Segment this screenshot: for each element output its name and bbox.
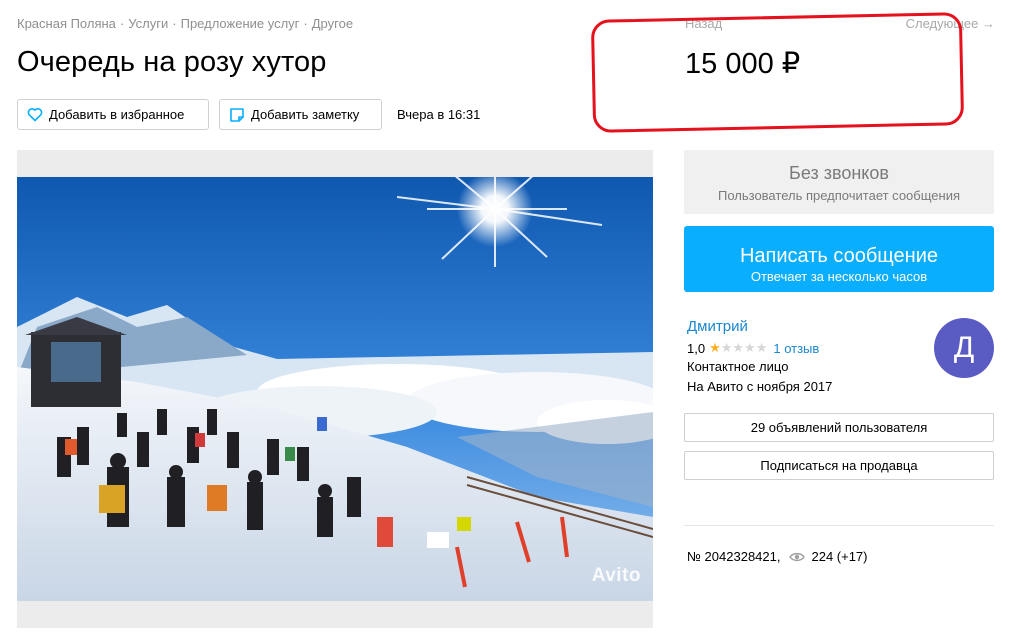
star-icon: ★ xyxy=(720,340,733,355)
heart-icon xyxy=(27,107,43,123)
back-link[interactable]: Назад xyxy=(685,16,722,31)
note-icon xyxy=(229,107,245,123)
page-title: Очередь на розу хутор xyxy=(17,46,327,78)
star-icon: ★ xyxy=(744,340,756,355)
star-icon: ★ xyxy=(732,340,745,355)
seller-name-link[interactable]: Дмитрий xyxy=(687,318,748,335)
views-count: 224 (+17) xyxy=(811,549,868,564)
reviews-link[interactable]: 1 отзыв xyxy=(773,341,819,356)
no-calls-title: Без звонков xyxy=(789,163,889,183)
star-icon: ★ xyxy=(709,340,721,355)
subscribe-seller-button[interactable]: Подписаться на продавца xyxy=(684,451,994,480)
seller-since: На Авито с ноября 2017 xyxy=(687,379,833,394)
breadcrumb-item-services[interactable]: Услуги xyxy=(128,16,168,31)
listing-meta: № 2042328421, 224 (+17) xyxy=(687,549,868,564)
eye-icon xyxy=(789,552,806,562)
seller-role: Контактное лицо xyxy=(687,359,789,374)
photo-gallery[interactable]: Avito xyxy=(17,150,653,628)
avito-watermark: Avito xyxy=(591,565,641,586)
avatar[interactable]: Д xyxy=(934,318,994,378)
response-time-label: Отвечает за несколько часов xyxy=(750,268,928,284)
user-ads-button[interactable]: 29 объявлений пользователя xyxy=(684,413,994,442)
breadcrumb-separator: · xyxy=(119,16,125,31)
no-calls-subtitle: Пользователь предпочитает сообщения xyxy=(717,188,960,203)
listing-number: № 2042328421, xyxy=(687,549,781,564)
write-message-label: Написать сообщение xyxy=(739,244,938,267)
write-message-button[interactable]: Написать сообщение Отвечает за несколько… xyxy=(684,226,994,292)
add-to-favorites-label: Добавить в избранное xyxy=(49,107,185,122)
breadcrumb-item-offer[interactable]: Предложение услуг xyxy=(181,16,300,31)
listing-photo[interactable]: Avito xyxy=(17,177,653,601)
breadcrumb-item-location[interactable]: Красная Поляна xyxy=(17,16,116,31)
breadcrumb: Красная Поляна · Услуги · Предложение услуг ·… xyxy=(17,16,353,31)
breadcrumb-item-other[interactable]: Другое xyxy=(312,16,353,31)
add-note-button[interactable]: Добавить заметку xyxy=(219,99,382,130)
star-icon: ★ xyxy=(755,340,768,355)
divider xyxy=(684,525,994,526)
seller-rating: 1,0 ★★★★★ 1 отзыв xyxy=(687,340,819,356)
add-note-label: Добавить заметку xyxy=(251,107,360,122)
price: 15 000 ₽ xyxy=(685,48,801,80)
add-to-favorites-button[interactable]: Добавить в избранное xyxy=(17,99,209,130)
rating-value: 1,0 xyxy=(687,340,706,356)
breadcrumb-separator: · xyxy=(303,16,308,31)
no-calls-notice: Без звонков Пользователь предпочитает со… xyxy=(684,150,994,214)
rating-stars: ★★★★★ xyxy=(709,340,767,356)
next-link[interactable]: Следующее → xyxy=(906,16,995,31)
published-date: Вчера в 16:31 xyxy=(397,107,481,122)
breadcrumb-separator: · xyxy=(172,16,177,31)
